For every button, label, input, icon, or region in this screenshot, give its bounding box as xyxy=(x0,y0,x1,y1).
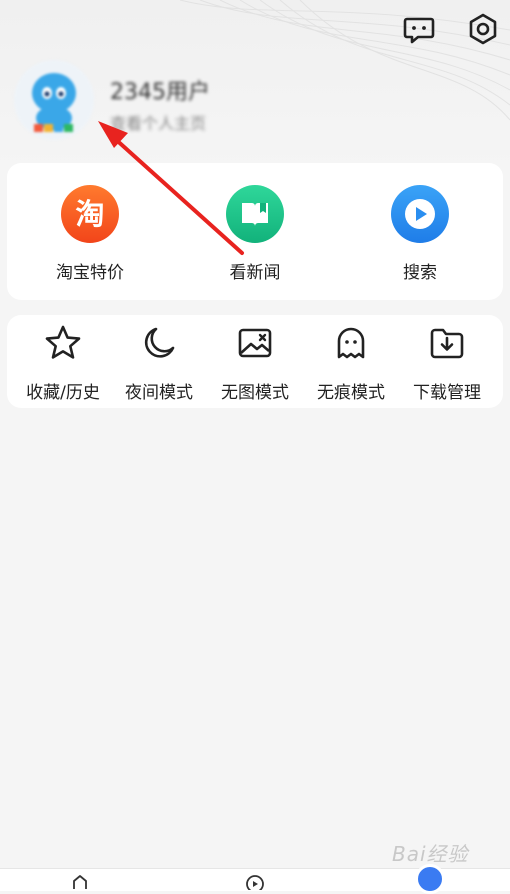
tool-favorites-history[interactable]: 收藏/历史 xyxy=(15,323,111,403)
tool-label: 夜间模式 xyxy=(125,383,193,403)
quick-action-label: 看新闻 xyxy=(229,263,281,283)
user-name[interactable]: 2345用户 xyxy=(110,74,210,106)
watermark-text: Bai经验 xyxy=(392,842,469,866)
svg-text:淘: 淘 xyxy=(75,197,104,231)
play-search-icon xyxy=(391,185,449,243)
ghost-icon xyxy=(331,323,371,363)
news-book-icon xyxy=(226,185,284,243)
download-folder-icon xyxy=(427,323,467,363)
no-image-icon xyxy=(235,323,275,363)
tool-label: 收藏/历史 xyxy=(26,383,100,403)
moon-icon xyxy=(139,323,179,363)
tool-download-manager[interactable]: 下载管理 xyxy=(399,323,495,403)
tools-card: 收藏/历史 夜间模式 无图模式 无痕模式 下载管理 xyxy=(7,315,503,408)
quick-actions-card: 淘 淘宝特价 看新闻 搜索 xyxy=(7,163,503,300)
user-profile-link[interactable]: 查看个人主页 xyxy=(110,110,206,134)
tool-label: 无痕模式 xyxy=(317,383,385,403)
discover-icon[interactable] xyxy=(245,874,265,890)
message-icon[interactable] xyxy=(402,12,436,46)
tool-label: 下载管理 xyxy=(413,383,481,403)
tool-incognito-mode[interactable]: 无痕模式 xyxy=(303,323,399,403)
taobao-icon: 淘 xyxy=(61,185,119,243)
settings-icon[interactable] xyxy=(466,12,500,46)
quick-action-news[interactable]: 看新闻 xyxy=(195,183,315,283)
user-avatar[interactable] xyxy=(14,60,94,140)
home-icon[interactable] xyxy=(70,874,90,890)
quick-action-search[interactable]: 搜索 xyxy=(360,183,480,283)
tool-no-image-mode[interactable]: 无图模式 xyxy=(207,323,303,403)
quick-action-taobao[interactable]: 淘 淘宝特价 xyxy=(30,183,150,283)
star-icon xyxy=(43,323,83,363)
tool-label: 无图模式 xyxy=(221,383,289,403)
quick-action-label: 淘宝特价 xyxy=(56,263,124,283)
tool-night-mode[interactable]: 夜间模式 xyxy=(111,323,207,403)
quick-action-label: 搜索 xyxy=(403,263,437,283)
